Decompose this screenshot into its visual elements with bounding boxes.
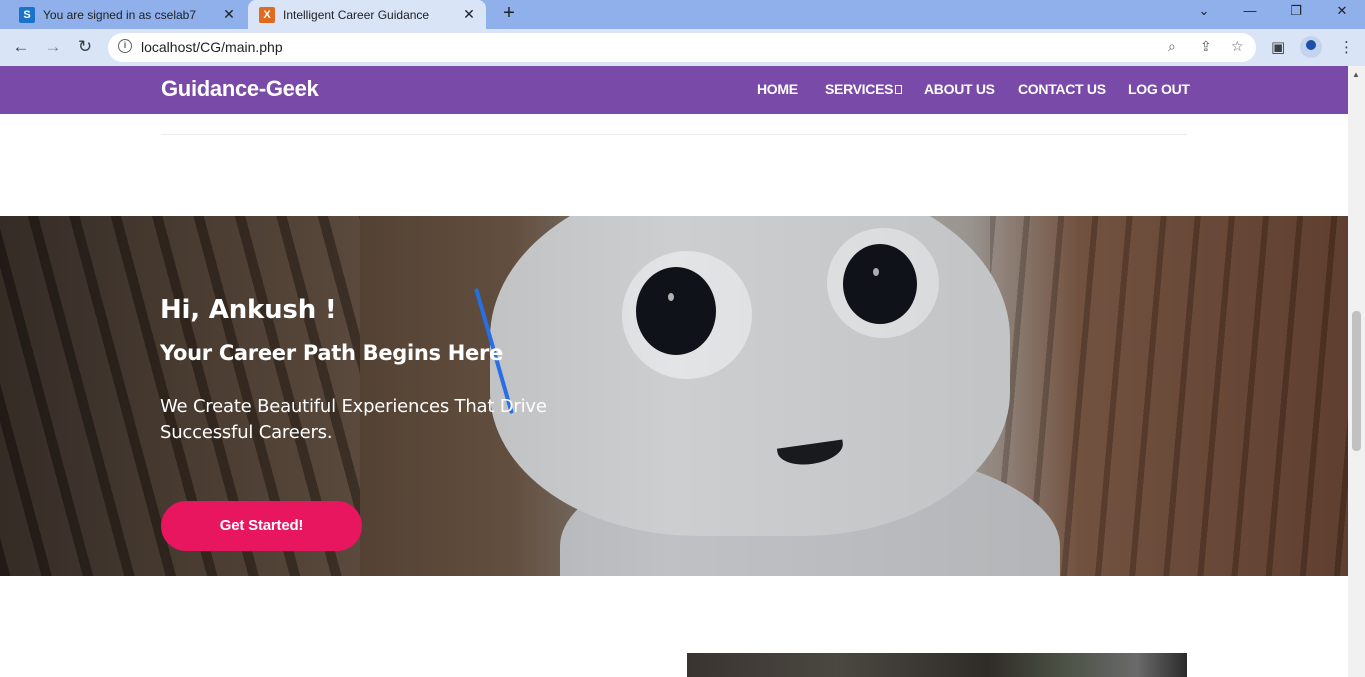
- page-viewport: Guidance-Geek HOME SERVICES ABOUT US CON…: [0, 66, 1348, 677]
- get-started-button[interactable]: Get Started!: [161, 501, 362, 551]
- window-close-icon[interactable]: ✕: [1319, 0, 1365, 29]
- share-icon[interactable]: ⇪: [1200, 38, 1212, 55]
- site-navbar: Guidance-Geek HOME SERVICES ABOUT US CON…: [0, 66, 1348, 114]
- close-icon[interactable]: ✕: [458, 6, 480, 23]
- scroll-up-icon[interactable]: ▲: [1352, 70, 1360, 79]
- nav-services[interactable]: SERVICES: [825, 81, 903, 97]
- zoom-icon[interactable]: ⌕: [1168, 38, 1176, 55]
- forward-icon[interactable]: →: [40, 35, 66, 61]
- section-image: [687, 653, 1187, 677]
- browser-toolbar: ← → ↻ i localhost/CG/main.php ⌕ ⇪ ☆ ▣ ⋮: [0, 29, 1365, 66]
- tab-search-icon[interactable]: ⌄: [1181, 0, 1227, 29]
- info-icon[interactable]: i: [118, 39, 132, 53]
- nav-services-label: SERVICES: [825, 81, 894, 97]
- back-icon[interactable]: ←: [8, 35, 34, 61]
- restore-icon[interactable]: ❐: [1273, 0, 1319, 29]
- bookmark-star-icon[interactable]: ☆: [1231, 38, 1244, 55]
- side-panel-icon[interactable]: ▣: [1271, 38, 1285, 56]
- tab-signed-in[interactable]: S You are signed in as cselab7 ✕: [8, 0, 246, 29]
- tab-career-guidance[interactable]: X Intelligent Career Guidance ✕: [248, 0, 486, 29]
- tab-strip: S You are signed in as cselab7 ✕ X Intel…: [0, 0, 1365, 29]
- hero-title: Your Career Path Begins Here: [160, 341, 503, 365]
- hero-greeting: Hi, Ankush !: [160, 295, 337, 325]
- tab-title: You are signed in as cselab7: [43, 7, 196, 22]
- nav-about[interactable]: ABOUT US: [924, 81, 995, 97]
- nav-logout[interactable]: LOG OUT: [1128, 81, 1190, 97]
- hero-subtitle: We Create Beautiful Experiences That Dri…: [160, 396, 547, 443]
- profile-avatar[interactable]: [1300, 36, 1322, 58]
- minimize-icon[interactable]: —: [1227, 0, 1273, 29]
- hero-banner: Hi, Ankush ! Your Career Path Begins Her…: [0, 216, 1348, 576]
- section-divider: [161, 134, 1187, 135]
- nav-contact[interactable]: CONTACT US: [1018, 81, 1106, 97]
- address-bar[interactable]: i localhost/CG/main.php ⌕ ⇪ ☆: [108, 33, 1256, 62]
- new-tab-button[interactable]: +: [497, 2, 521, 26]
- dropdown-icon: [895, 85, 903, 94]
- site-brand[interactable]: Guidance-Geek: [161, 76, 319, 102]
- site-s-icon: S: [19, 6, 35, 23]
- tab-title: Intelligent Career Guidance: [283, 7, 430, 22]
- nav-home[interactable]: HOME: [757, 81, 798, 97]
- menu-kebab-icon[interactable]: ⋮: [1339, 38, 1354, 56]
- page-scrollbar[interactable]: ▲: [1348, 66, 1365, 677]
- url-text[interactable]: localhost/CG/main.php: [141, 39, 283, 55]
- reload-icon[interactable]: ↻: [72, 35, 98, 61]
- scrollbar-thumb[interactable]: [1352, 311, 1361, 451]
- close-icon[interactable]: ✕: [218, 6, 240, 23]
- xampp-icon: X: [259, 6, 275, 23]
